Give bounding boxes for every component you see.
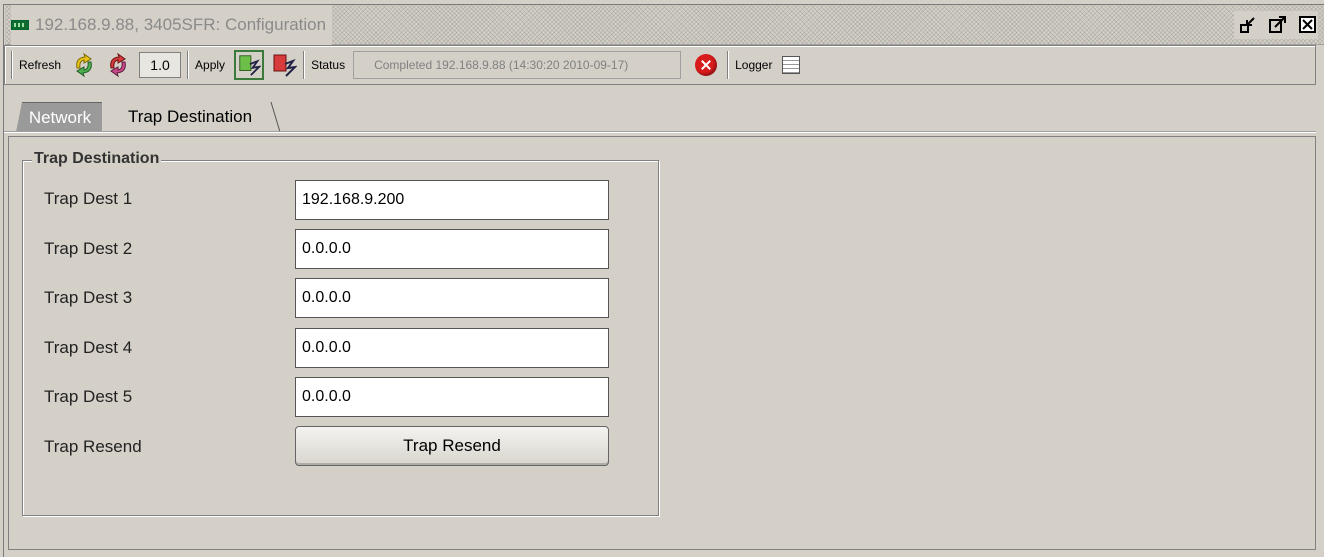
toolbar-separator — [187, 51, 190, 79]
trap-dest-2-input[interactable]: 0.0.0.0 — [295, 229, 609, 269]
trap-resend-button[interactable]: Trap Resend — [295, 426, 609, 466]
tab-divider-highlight — [4, 132, 1316, 133]
version-field[interactable]: 1.0 — [139, 52, 182, 78]
toolbar-separator — [11, 51, 13, 79]
trap-resend-label: Trap Resend — [44, 437, 142, 456]
trap-dest-4-input[interactable]: 0.0.0.0 — [295, 328, 609, 368]
clear-status-icon[interactable] — [695, 54, 718, 76]
trap-dest-5-label: Trap Dest 5 — [44, 387, 133, 406]
trap-dest-3-label: Trap Dest 3 — [44, 288, 133, 307]
toolbar: Refresh 1.0 Apply Status Completed 192.1… — [4, 45, 1316, 85]
logger-icon[interactable] — [782, 56, 801, 74]
status-label: Status — [311, 58, 346, 72]
apply-icon[interactable] — [234, 50, 265, 80]
trap-dest-1-input[interactable]: 192.168.9.200 — [295, 180, 609, 220]
device-icon — [11, 20, 29, 30]
trap-dest-4-label: Trap Dest 4 — [44, 338, 133, 357]
trap-dest-3-input[interactable]: 0.0.0.0 — [295, 278, 609, 318]
toolbar-separator — [727, 51, 730, 79]
maximize-icon[interactable] — [1268, 15, 1288, 35]
group-title: Trap Destination — [32, 150, 162, 168]
refresh-icon[interactable] — [71, 52, 97, 78]
logger-label[interactable]: Logger — [735, 58, 772, 72]
title-area: 192.168.9.88, 3405SFR: Configuration — [11, 5, 333, 45]
window-title: 192.168.9.88, 3405SFR: Configuration — [35, 15, 327, 34]
status-display: Completed 192.168.9.88 (14:30:20 2010-09… — [353, 51, 682, 79]
trap-dest-2-label: Trap Dest 2 — [44, 239, 133, 258]
close-icon[interactable] — [1298, 15, 1318, 35]
trap-dest-5-input[interactable]: 0.0.0.0 — [295, 377, 609, 417]
apply-label[interactable]: Apply — [195, 58, 225, 72]
title-bar[interactable]: 192.168.9.88, 3405SFR: Configuration — [5, 5, 1324, 45]
apply-all-icon[interactable] — [271, 52, 298, 78]
toolbar-separator — [303, 51, 306, 79]
tab-trap-destination[interactable]: Trap Destination — [102, 102, 278, 132]
tab-network[interactable]: Network — [16, 102, 104, 132]
window-controls — [1234, 11, 1318, 39]
refresh-all-icon[interactable] — [105, 52, 131, 78]
refresh-label[interactable]: Refresh — [19, 58, 61, 72]
minimize-icon[interactable] — [1238, 15, 1258, 35]
tab-bar: Network Trap Destination — [4, 102, 1316, 132]
tab-edge — [270, 102, 281, 132]
trap-dest-1-label: Trap Dest 1 — [44, 189, 133, 208]
